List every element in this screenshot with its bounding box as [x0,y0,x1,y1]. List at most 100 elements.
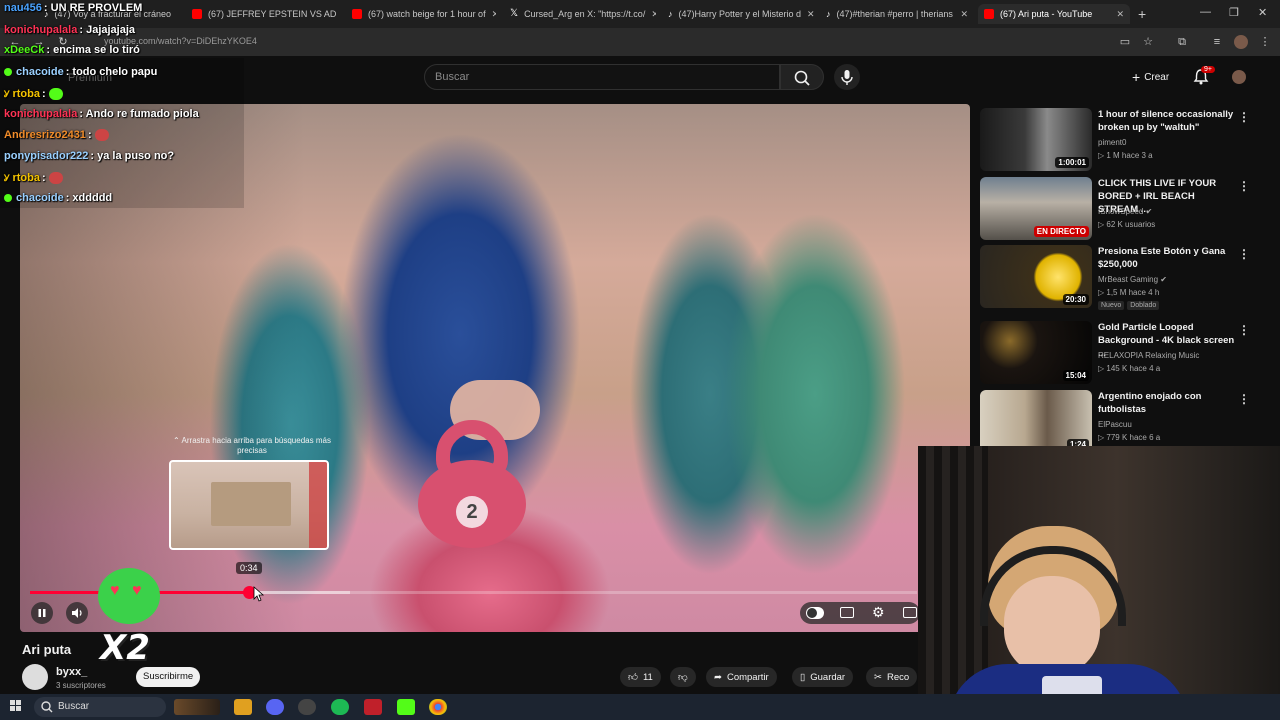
chat-username: konichupalala [4,108,78,120]
more-options-icon[interactable]: ⋮ [1238,392,1250,406]
settings-gear-icon[interactable]: ⚙ [872,604,885,621]
channel-name[interactable]: IShowSpeed ✔ [1098,207,1152,216]
close-icon[interactable]: ✕ [807,9,814,20]
browser-tab[interactable]: 𝕏 Cursed_Arg en X: "https://t.co/ ✕ [504,4,656,24]
media-control-icon[interactable]: ≡ [1210,35,1224,49]
channel-name[interactable]: piment0 [1098,138,1126,147]
microphone-icon [841,70,853,85]
video-thumbnail[interactable]: EN DIRECTO [980,177,1092,240]
search-icon [41,701,53,713]
video-meta: ▷ 779 K hace 6 a [1098,433,1161,442]
channel-name[interactable]: MrBeast Gaming ✔ [1098,275,1167,284]
theater-mode-icon[interactable] [903,607,917,618]
pause-icon [38,609,46,617]
video-title: Ari puta [22,642,72,657]
chat-emote-icon [48,172,63,185]
close-window-icon[interactable]: ✕ [1258,6,1267,19]
scissors-icon: ✂ [874,671,882,683]
new-tab-button[interactable]: + [1138,6,1146,22]
subscriber-badge-icon [4,68,12,77]
account-avatar[interactable] [1232,70,1246,84]
close-icon[interactable]: ✕ [1116,9,1124,20]
taskbar-widget-icon[interactable] [174,699,220,715]
save-button[interactable]: ▯ Guardar [792,667,854,687]
cast-icon[interactable]: ▭ [1118,35,1132,49]
dislike-button[interactable]: 👎︎ [670,667,696,687]
verified-check-icon: ✔ [1145,207,1153,216]
video-thumbnail[interactable]: 20:30 [980,245,1092,308]
subscribe-button[interactable]: Suscribirme [136,667,201,687]
file-explorer-icon[interactable] [234,699,252,715]
search-input[interactable]: Buscar [424,64,780,90]
video-thumbnail[interactable]: 1:24 [980,390,1092,453]
close-icon[interactable]: ✕ [177,9,178,20]
video-title[interactable]: 1 hour of silence occasionally broken up… [1098,108,1236,134]
pause-button[interactable] [31,602,53,624]
more-options-icon[interactable]: ⋮ [1238,179,1250,193]
like-button[interactable]: 👍︎ 11 [620,667,661,687]
close-icon[interactable]: ✕ [960,9,968,20]
minimize-icon[interactable]: — [1200,6,1211,18]
channel-name[interactable]: byxx_ [56,666,87,678]
browser-tab-active[interactable]: (67) Ari puta - YouTube ✕ [978,4,1130,24]
chat-message: Ỿrtoba: [4,87,63,101]
search-button[interactable] [780,64,824,90]
channel-avatar[interactable] [22,664,48,690]
more-options-icon[interactable]: ⋮ [1238,110,1250,124]
recommended-video[interactable]: 20:30 Presiona Este Botón y Gana $250,00… [980,245,1270,310]
video-title[interactable]: Argentino enojado con futbolistas [1098,390,1236,416]
browser-tab[interactable]: ♪ (47)Harry Potter y el Misterio d ✕ [662,4,814,24]
volume-icon [72,608,82,618]
video-frame-kettlebell: 2 [418,420,526,550]
voice-search-button[interactable] [834,64,860,90]
profile-avatar[interactable] [1234,35,1248,49]
browser-tab[interactable]: ♪ (47)#therian #perro | therians ✕ [820,4,974,24]
volume-button[interactable] [66,602,88,624]
discord-icon[interactable] [266,699,284,715]
extensions-icon[interactable]: ⧉ [1175,35,1189,49]
taskbar-search[interactable]: Buscar [34,697,166,717]
thumbs-down-icon: 👎︎ [678,672,688,683]
chat-message: konichupalala: Ando re fumado piola [4,108,199,120]
share-button[interactable]: ➦ Compartir [706,667,777,687]
channel-name[interactable]: ElPascuu [1098,420,1132,429]
subtitles-icon[interactable] [840,607,854,618]
voicemod-icon[interactable] [364,699,382,715]
clip-button[interactable]: ✂ Reco [866,667,918,687]
chat-text: encima se lo tiró [53,44,140,56]
restore-icon[interactable]: ❐ [1229,6,1239,19]
chat-text: Jajajajaja [86,24,136,36]
x-icon: 𝕏 [510,8,519,19]
more-options-icon[interactable]: ⋮ [1238,323,1250,337]
chat-message: Andresrizo2431: [4,129,109,142]
kick-icon[interactable] [397,699,415,715]
video-thumbnail[interactable]: 1:00:01 [980,108,1092,171]
recommended-video[interactable]: 1:00:01 1 hour of silence occasionally b… [980,108,1270,172]
browser-tab[interactable]: (67) watch beige for 1 hour of ✕ [346,4,496,24]
spotify-icon[interactable] [331,699,349,715]
video-title[interactable]: Presiona Este Botón y Gana $250,000 [1098,245,1236,271]
chrome-icon[interactable] [429,699,447,715]
recommended-video[interactable]: 1:24 Argentino enojado con futbolistas E… [980,390,1270,454]
browser-tab[interactable]: (67) JEFFREY EPSTEIN VS ADOL ✕ [186,4,336,24]
autoplay-toggle-icon[interactable] [806,607,824,619]
close-icon[interactable]: ✕ [651,9,656,20]
obs-icon[interactable] [298,699,316,715]
more-options-icon[interactable]: ⋮ [1238,247,1250,261]
share-icon: ➦ [714,671,722,683]
vip-badge-icon: Ỿ [4,173,10,183]
bookmark-star-icon[interactable]: ☆ [1141,35,1155,49]
player-right-controls: ⚙ [800,602,920,624]
windows-start-icon[interactable] [10,700,22,712]
recommended-video[interactable]: EN DIRECTO CLICK THIS LIVE IF YOUR BORED… [980,177,1270,241]
multiplier-overlay: X2 [100,628,150,668]
create-button[interactable]: + Crear [1124,66,1177,88]
recommended-video[interactable]: 15:04 Gold Particle Looped Background - … [980,321,1270,385]
close-icon[interactable]: ✕ [492,9,496,20]
channel-name[interactable]: RELAXOPIA Relaxing Music [1098,351,1199,360]
dubbed-pill: Doblado [1127,301,1160,310]
chat-message: nau456: UN RE PROVLEM [4,2,143,14]
video-thumbnail[interactable]: 15:04 [980,321,1092,384]
kettlebell-number: 2 [456,496,488,528]
browser-menu-icon[interactable]: ⋮ [1258,35,1272,49]
